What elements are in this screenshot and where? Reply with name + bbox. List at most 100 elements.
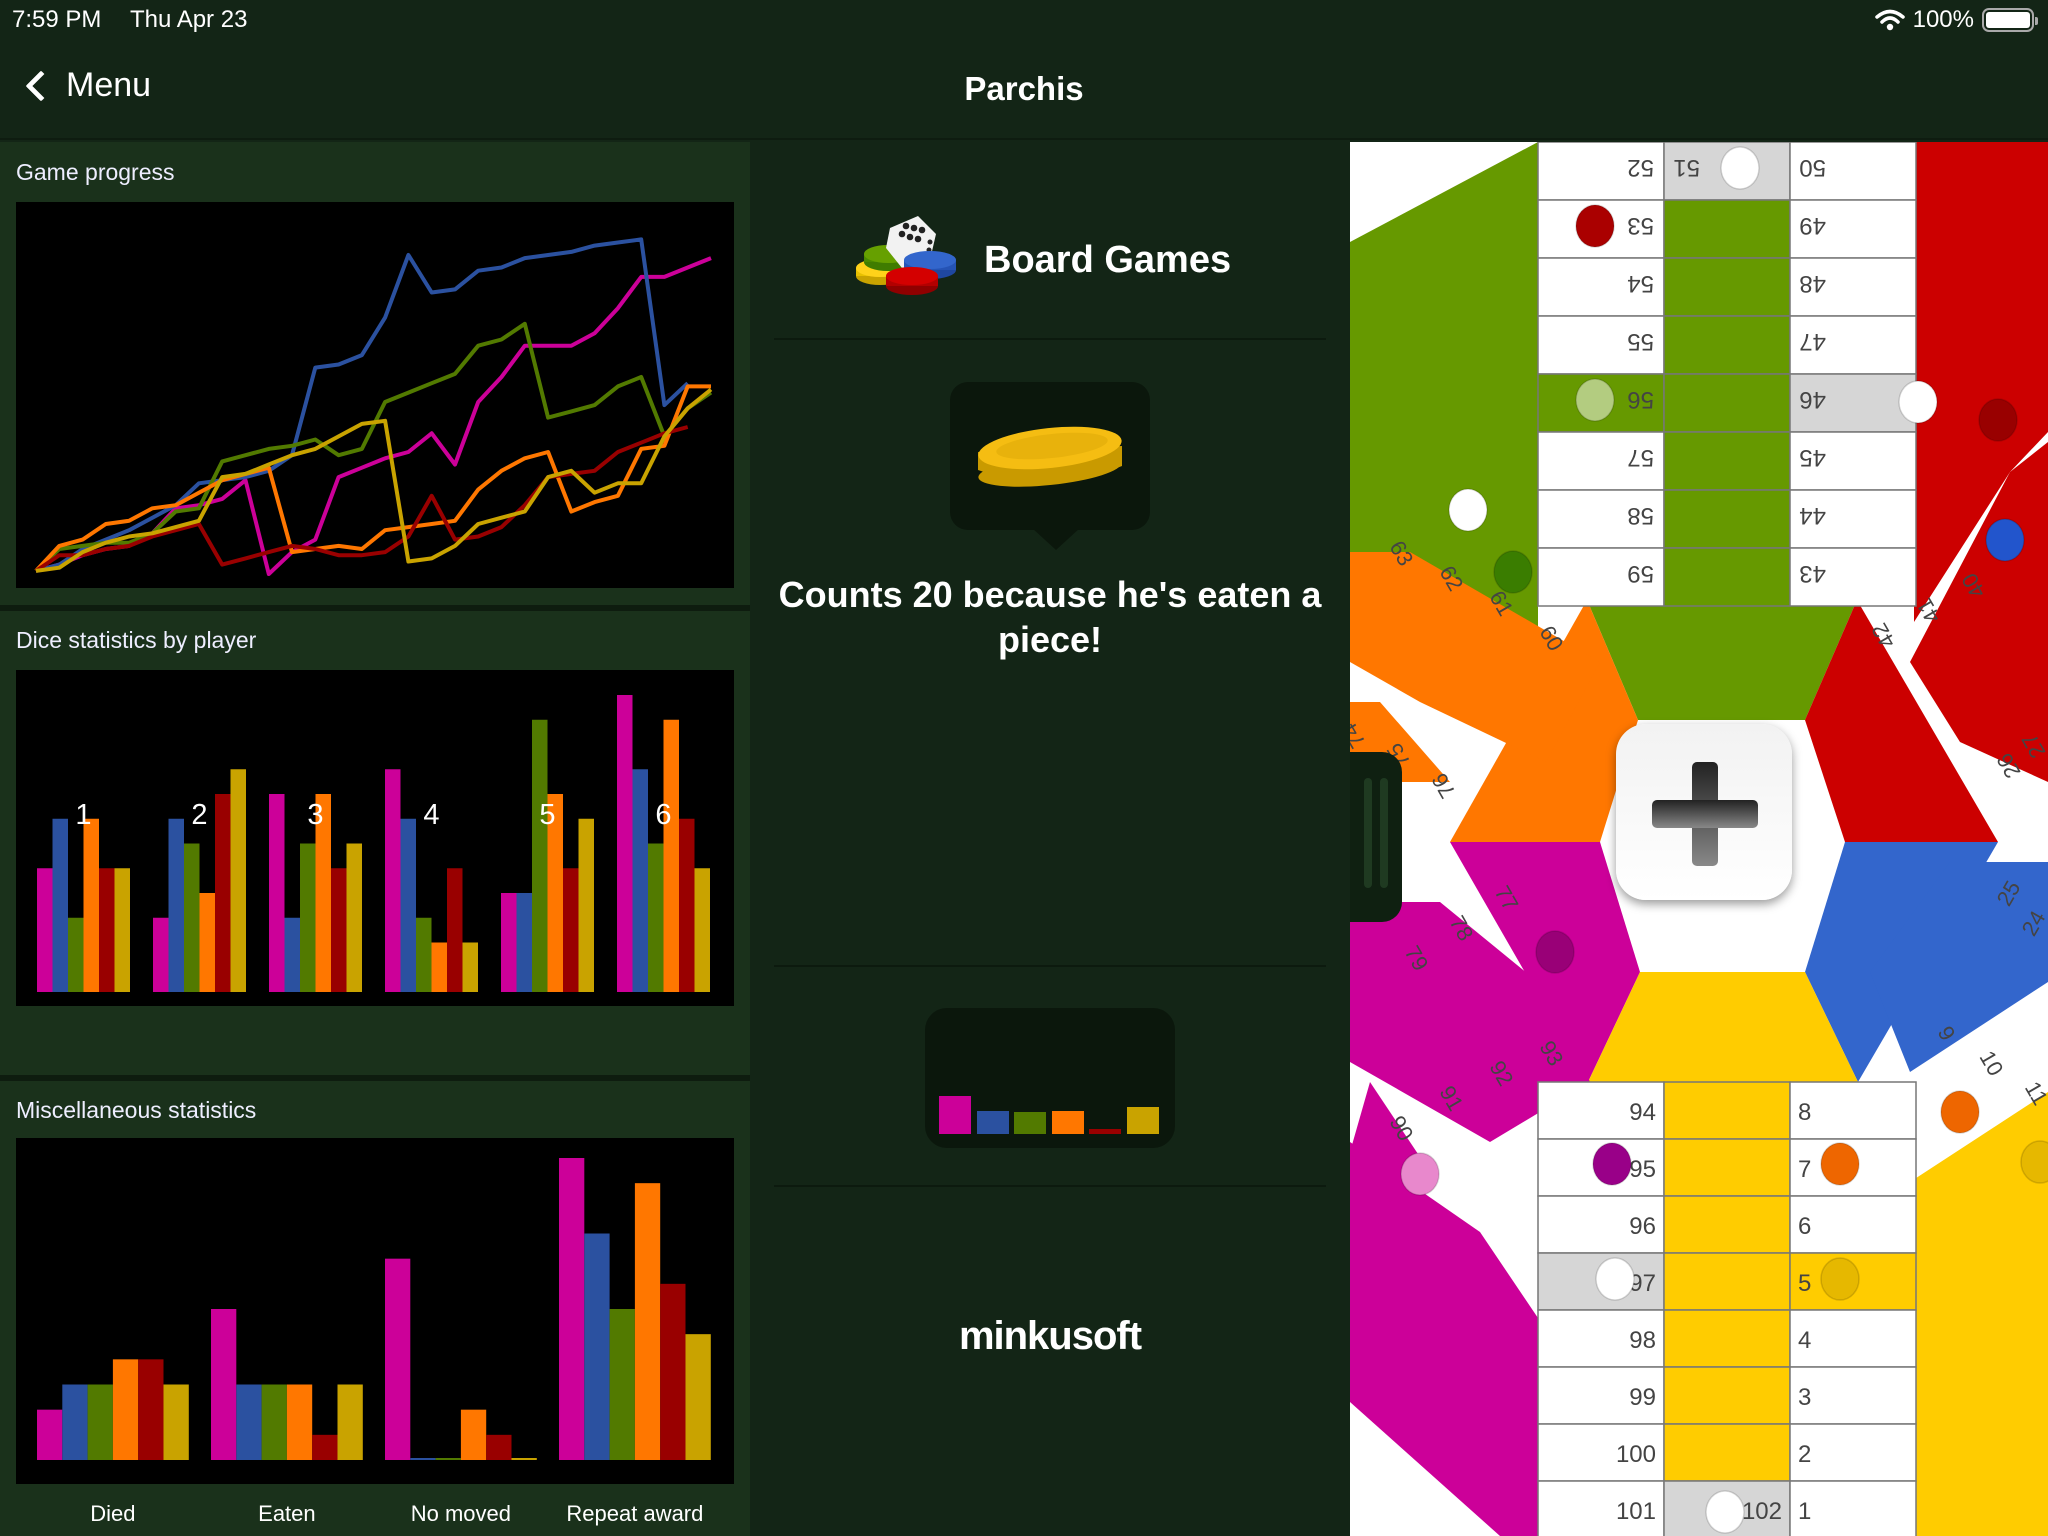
game-piece[interactable] bbox=[1940, 1090, 1980, 1134]
bubble-tail bbox=[1032, 528, 1080, 550]
game-piece[interactable] bbox=[1705, 1490, 1745, 1534]
cell-number: 50 bbox=[1799, 154, 1826, 181]
misc-chart-svg bbox=[37, 1158, 711, 1460]
bar-magenta bbox=[153, 917, 169, 992]
x-tick-label: Repeat award bbox=[566, 1501, 704, 1526]
bar-red bbox=[563, 868, 579, 992]
cell-number: 47 bbox=[1799, 328, 1826, 355]
x-tick-label: 2 bbox=[191, 799, 208, 831]
mini-bar-magenta bbox=[939, 1096, 971, 1134]
x-tick-label: Eaten bbox=[258, 1501, 316, 1526]
bar-orange bbox=[286, 1384, 313, 1460]
board-cell bbox=[1663, 1423, 1791, 1482]
cell-number: 55 bbox=[1627, 328, 1654, 355]
line-chart-svg bbox=[34, 237, 713, 576]
board-cell bbox=[1663, 431, 1791, 491]
x-tick-label: Died bbox=[90, 1501, 136, 1526]
bar-blue bbox=[168, 818, 184, 992]
parchis-board[interactable]: 52 50 53 49 54 48 55 47 56 46 57 45 58 44 59 43 51 94 8 95… bbox=[1350, 142, 2048, 1536]
bar-red bbox=[447, 868, 463, 992]
bar-orange bbox=[460, 1409, 487, 1460]
section-title: Dice statistics by player bbox=[16, 627, 257, 653]
app-root: 7:59 PM Thu Apr 23 100% Menu Parchis Gam… bbox=[0, 0, 2048, 1536]
cell-number: 1 bbox=[1798, 1498, 1811, 1525]
game-progress-section: Game progress bbox=[0, 142, 750, 607]
piece-bubble bbox=[950, 382, 1150, 550]
wifi-icon bbox=[1874, 9, 1905, 31]
cell-number: 57 bbox=[1627, 444, 1654, 471]
game-piece[interactable] bbox=[1448, 488, 1488, 532]
cell-number: 96 bbox=[1629, 1213, 1656, 1240]
nav-bar: Menu Parchis bbox=[0, 40, 2048, 140]
score-mini-chart[interactable] bbox=[925, 1008, 1175, 1148]
bar-red bbox=[138, 1359, 164, 1460]
bar-magenta bbox=[559, 1158, 585, 1460]
game-piece[interactable] bbox=[1820, 1257, 1860, 1301]
section-title: Game progress bbox=[16, 159, 175, 185]
minkusoft-logo[interactable]: minkusoft bbox=[750, 1314, 1350, 1359]
bar-red bbox=[486, 1434, 512, 1460]
drawer-handle[interactable] bbox=[1350, 752, 1402, 922]
grip-line bbox=[1380, 778, 1388, 888]
divider bbox=[774, 338, 1326, 340]
cell-number: 6 bbox=[1798, 1213, 1811, 1240]
game-piece[interactable] bbox=[1595, 1257, 1635, 1301]
cell-number: 53 bbox=[1627, 212, 1654, 239]
game-piece[interactable] bbox=[1978, 398, 2018, 442]
game-piece[interactable] bbox=[1575, 204, 1615, 248]
cell-number: 54 bbox=[1627, 270, 1654, 297]
game-piece[interactable] bbox=[1898, 380, 1938, 424]
bar-yellow bbox=[337, 1384, 363, 1460]
game-piece[interactable] bbox=[1985, 518, 2025, 562]
bar-red bbox=[679, 818, 695, 992]
mini-bar-yellow bbox=[1126, 1107, 1159, 1134]
cell-number: 5 bbox=[1798, 1270, 1811, 1297]
game-piece[interactable] bbox=[1820, 1142, 1860, 1186]
bar-orange bbox=[431, 942, 447, 992]
x-tick-label: 1 bbox=[75, 799, 92, 831]
bar-green bbox=[300, 843, 316, 992]
game-piece[interactable] bbox=[1493, 550, 1533, 594]
brand-name: Board Games bbox=[984, 238, 1232, 281]
board-cell bbox=[1663, 199, 1791, 259]
game-piece[interactable] bbox=[1535, 930, 1575, 974]
game-piece[interactable] bbox=[1720, 146, 1760, 190]
game-piece[interactable] bbox=[1400, 1152, 1440, 1196]
brand-row: Board Games bbox=[850, 210, 1231, 310]
dice-chart-svg bbox=[37, 695, 710, 992]
grip-line bbox=[1364, 778, 1372, 888]
divider bbox=[774, 1185, 1326, 1187]
mini-bar-blue bbox=[976, 1111, 1009, 1134]
bar-orange bbox=[634, 1183, 661, 1460]
cell-number: 101 bbox=[1616, 1498, 1656, 1525]
game-message: Counts 20 because he's eaten a piece! bbox=[778, 574, 1322, 660]
divider bbox=[774, 965, 1326, 967]
game-piece[interactable] bbox=[1592, 1142, 1632, 1186]
bar-orange bbox=[83, 818, 99, 992]
bar-orange bbox=[112, 1359, 139, 1460]
board-cell bbox=[1663, 257, 1791, 317]
bar-blue bbox=[400, 818, 416, 992]
cell-number: 98 bbox=[1629, 1327, 1656, 1354]
cell-number: 94 bbox=[1629, 1099, 1656, 1126]
section-title: Miscellaneous statistics bbox=[16, 1097, 257, 1123]
bar-green bbox=[184, 843, 200, 992]
bar-red bbox=[99, 868, 115, 992]
game-piece[interactable] bbox=[1575, 378, 1615, 422]
bar-blue bbox=[410, 1458, 436, 1460]
bar-blue bbox=[52, 818, 68, 992]
battery-icon bbox=[1982, 8, 2038, 32]
mini-bar-green bbox=[1014, 1112, 1046, 1134]
roll-dice-button[interactable] bbox=[1616, 724, 1792, 900]
status-time: 7:59 PM bbox=[12, 6, 102, 33]
cell-number: 49 bbox=[1799, 212, 1826, 239]
bar-magenta bbox=[37, 1409, 63, 1460]
bar-blue bbox=[62, 1384, 88, 1460]
bar-orange bbox=[199, 893, 215, 992]
status-date: Thu Apr 23 bbox=[130, 6, 248, 33]
bar-green bbox=[261, 1384, 287, 1460]
board-cell bbox=[1663, 489, 1791, 549]
bar-yellow bbox=[163, 1384, 189, 1460]
cell-number: 99 bbox=[1629, 1384, 1656, 1411]
status-bar: 7:59 PM Thu Apr 23 100% bbox=[0, 0, 2048, 40]
